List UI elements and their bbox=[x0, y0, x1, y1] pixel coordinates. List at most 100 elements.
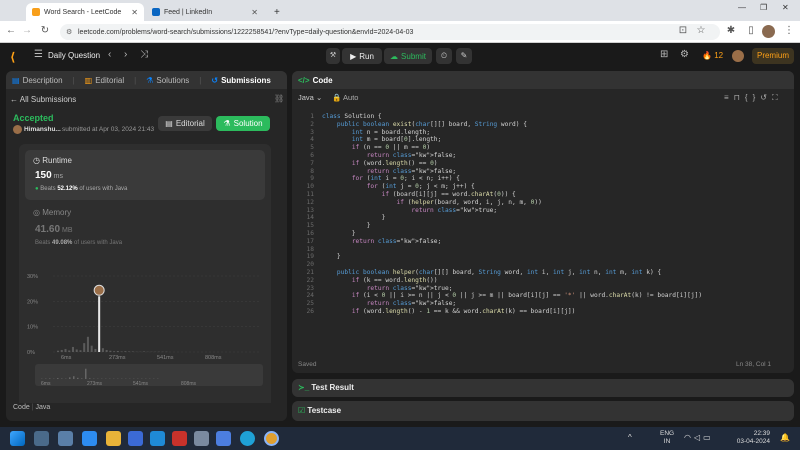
url-field[interactable]: ⚙ leetcode.com/problems/word-search/subm… bbox=[60, 24, 720, 40]
your-submission-avatar[interactable] bbox=[93, 284, 105, 296]
notification-bell-icon[interactable]: 🔔 bbox=[780, 433, 790, 442]
distribution-bar[interactable] bbox=[75, 349, 78, 352]
shuffle-icon[interactable]: ⤨ bbox=[140, 49, 148, 60]
windows-start-icon[interactable] bbox=[10, 431, 25, 446]
profile-avatar[interactable] bbox=[762, 25, 775, 38]
menu-kebab-icon[interactable]: ⋮ bbox=[782, 25, 796, 36]
close-tab-icon[interactable]: ✕ bbox=[131, 8, 138, 17]
distribution-bar[interactable] bbox=[98, 296, 101, 352]
sidepanel-icon[interactable]: ▯ bbox=[744, 25, 758, 36]
run-button[interactable]: ▶ Run bbox=[342, 48, 382, 64]
distribution-bar[interactable] bbox=[71, 346, 74, 352]
tab-submissions[interactable]: ↺ Submissions bbox=[211, 76, 271, 85]
clock[interactable]: 22:39 03-04-2024 bbox=[730, 430, 770, 446]
testcase-bar[interactable]: ☑ Testcase bbox=[292, 401, 794, 421]
distribution-bar[interactable] bbox=[68, 350, 71, 352]
bookmark-star-icon[interactable]: ☆ bbox=[694, 25, 708, 36]
timer-icon[interactable]: ⏲ bbox=[436, 48, 452, 64]
extensions-icon[interactable]: ✱ bbox=[724, 25, 738, 36]
settings-gear-icon[interactable]: ⚙ bbox=[680, 49, 689, 60]
submit-button[interactable]: ☁ Submit bbox=[384, 48, 432, 64]
format-icon[interactable]: ≡ bbox=[724, 93, 734, 102]
new-tab-button[interactable]: + bbox=[268, 3, 286, 21]
test-result-bar[interactable]: ≻_ Test Result bbox=[292, 379, 794, 397]
distribution-bar[interactable] bbox=[113, 351, 116, 352]
all-submissions-link[interactable]: ← All Submissions bbox=[10, 95, 76, 104]
close-tab-icon[interactable]: ✕ bbox=[251, 8, 258, 17]
distribution-range-slider[interactable]: 6ms 273ms 541ms 808ms bbox=[35, 364, 263, 386]
tab-description[interactable]: ▤ Description bbox=[12, 76, 63, 85]
system-tray-icons[interactable]: ◠◁▭ bbox=[684, 433, 714, 442]
distribution-bar[interactable] bbox=[101, 348, 104, 352]
streak-counter[interactable]: 🔥 12 bbox=[702, 51, 723, 60]
layout-icon[interactable]: ⊞ bbox=[660, 49, 668, 60]
maximize-icon[interactable]: ❐ bbox=[760, 3, 767, 12]
code-tab[interactable]: </> Code bbox=[298, 76, 333, 85]
distribution-bar[interactable] bbox=[105, 349, 108, 352]
distribution-bar[interactable] bbox=[128, 351, 131, 352]
runtime-box[interactable]: ◷ Runtime 150 ms ● Beats 52.12% of users… bbox=[25, 150, 265, 200]
user-avatar[interactable] bbox=[732, 50, 744, 62]
memory-label[interactable]: ◎ Memory bbox=[33, 208, 71, 217]
distribution-bar[interactable] bbox=[90, 345, 93, 352]
forward-icon[interactable]: → bbox=[20, 25, 34, 36]
debug-icon[interactable]: ⚒ bbox=[326, 48, 340, 64]
distribution-bar[interactable] bbox=[120, 351, 123, 352]
fullscreen-icon[interactable]: ⛶ bbox=[772, 93, 783, 102]
language-select[interactable]: Java ⌄ bbox=[298, 93, 322, 102]
camera-icon[interactable] bbox=[150, 431, 165, 446]
distribution-bar[interactable] bbox=[79, 350, 82, 352]
distribution-bar[interactable] bbox=[57, 350, 60, 352]
tab-editorial[interactable]: ▥ Editorial bbox=[85, 76, 124, 85]
site-info-icon[interactable]: ⚙ bbox=[66, 28, 72, 36]
problem-list-icon[interactable]: ☰ bbox=[34, 49, 43, 60]
distribution-bar[interactable] bbox=[143, 351, 146, 352]
distribution-bar[interactable] bbox=[60, 349, 63, 352]
back-icon[interactable]: ← bbox=[4, 25, 18, 36]
widgets-icon[interactable] bbox=[58, 431, 73, 446]
auto-mode-toggle[interactable]: 🔒 Auto bbox=[332, 93, 358, 102]
close-window-icon[interactable]: ✕ bbox=[782, 3, 789, 12]
link-icon[interactable]: ⛓ bbox=[274, 94, 284, 103]
distribution-bar[interactable] bbox=[94, 348, 97, 352]
notes-icon[interactable]: ✎ bbox=[456, 48, 472, 64]
reset-icon[interactable]: ↺ bbox=[760, 93, 772, 102]
solution-button[interactable]: ⚗ Solution bbox=[216, 116, 270, 131]
language-indicator[interactable]: ENG IN bbox=[660, 430, 674, 446]
runtime-distribution-chart[interactable]: 30% 20% 10% 0% 6ms 273ms 541ms 808ms bbox=[23, 260, 267, 360]
chat-icon[interactable] bbox=[82, 431, 97, 446]
braces-icon[interactable]: {} bbox=[745, 93, 760, 102]
reload-icon[interactable]: ↻ bbox=[38, 25, 52, 36]
next-problem-icon[interactable]: › bbox=[124, 49, 127, 60]
task-view-icon[interactable] bbox=[34, 431, 49, 446]
antivirus-icon[interactable] bbox=[172, 431, 187, 446]
distribution-bar[interactable] bbox=[86, 336, 89, 352]
bookmark-icon[interactable]: ⊓ bbox=[734, 93, 745, 102]
edge-icon[interactable] bbox=[240, 431, 255, 446]
translate-icon[interactable]: ⊡ bbox=[676, 25, 690, 36]
chrome-icon[interactable] bbox=[264, 431, 279, 446]
code-editor[interactable]: 1 class Solution {2 public boolean exist(… bbox=[292, 109, 790, 353]
daily-question-label[interactable]: Daily Question bbox=[48, 51, 100, 60]
distribution-bar[interactable] bbox=[83, 343, 86, 352]
distribution-bar[interactable] bbox=[131, 351, 134, 352]
distribution-bar[interactable] bbox=[116, 350, 119, 352]
distribution-bar[interactable] bbox=[109, 350, 112, 352]
editorial-button[interactable]: ▤ Editorial bbox=[158, 116, 212, 131]
tab-solutions[interactable]: ⚗ Solutions bbox=[146, 76, 189, 85]
tray-chevron-up-icon[interactable]: ^ bbox=[628, 433, 632, 442]
app-icon[interactable] bbox=[194, 431, 209, 446]
settings-app-icon[interactable] bbox=[216, 431, 231, 446]
browser-tab-linkedin[interactable]: Feed | LinkedIn ✕ bbox=[146, 3, 264, 21]
range-slider-track[interactable] bbox=[35, 364, 263, 386]
premium-button[interactable]: Premium bbox=[752, 48, 794, 64]
distribution-bar[interactable] bbox=[64, 348, 67, 352]
file-explorer-icon[interactable] bbox=[106, 431, 121, 446]
prev-problem-icon[interactable]: ‹ bbox=[108, 49, 111, 60]
store-icon[interactable] bbox=[128, 431, 143, 446]
leetcode-logo-icon[interactable]: ⟨ bbox=[10, 50, 15, 64]
minimize-icon[interactable]: — bbox=[738, 3, 746, 12]
distribution-bar[interactable] bbox=[124, 351, 127, 352]
username[interactable]: Himanshu... bbox=[24, 126, 61, 133]
browser-tab-leetcode[interactable]: Word Search - LeetCode ✕ bbox=[26, 3, 144, 21]
